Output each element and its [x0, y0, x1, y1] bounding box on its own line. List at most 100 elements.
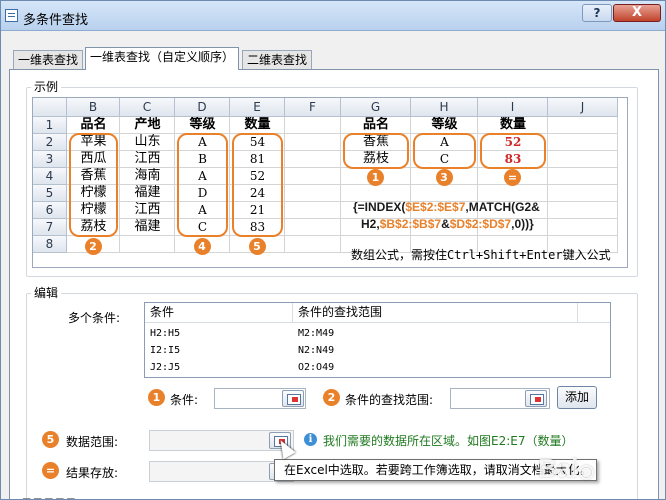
grid-cell — [285, 151, 341, 168]
row-header: 5 — [33, 185, 67, 202]
condition-pick-range-icon[interactable] — [282, 390, 304, 407]
table-cell: 江西 — [134, 151, 161, 166]
lookup-range-label: 条件的查找范围: — [345, 393, 434, 407]
tab-1d-lookup-custom[interactable]: 一维表查找（自定义顺序） — [85, 47, 240, 70]
column-header: J — [548, 98, 618, 117]
result-header-cell: 等级 — [431, 117, 458, 132]
step-5-badge: 5 — [248, 238, 266, 255]
column-header: G — [341, 98, 411, 117]
table-cell: 柠檬 — [80, 202, 107, 217]
grid-cell — [548, 168, 618, 185]
grid-cell — [285, 185, 341, 202]
row-header: 4 — [33, 168, 67, 185]
table-cell: D — [197, 186, 208, 200]
table-header-cell: 等级 — [189, 117, 216, 132]
window-title: 多条件查找 — [23, 13, 89, 28]
result-header-cell: 品名 — [362, 117, 389, 132]
condition-list[interactable]: 条件 条件的查找范围 H2:H5 M2:M49 I2:I5 N2:N49 J2:… — [144, 302, 611, 378]
column-header: I — [478, 98, 548, 117]
row-header: 8 — [33, 236, 67, 253]
lookup-range-badge: 2 — [323, 389, 340, 406]
watermark-logo: Bai◉ — [538, 453, 595, 483]
table-cell: 81 — [249, 152, 266, 166]
table-cell: 24 — [249, 186, 266, 200]
row-header: 2 — [33, 134, 67, 151]
array-formula: {=INDEX($E$2:$E$7,MATCH(G2& H2,$B$2:$B$7… — [353, 200, 540, 231]
table-cell: B — [198, 152, 207, 166]
step-1-badge: 1 — [367, 169, 384, 186]
table-cell: A — [198, 169, 207, 183]
list-header-condition[interactable]: 条件 — [145, 303, 293, 323]
result-header-cell: 数量 — [499, 117, 526, 132]
result-cell: 荔枝 — [362, 151, 389, 166]
example-group-label: 示例 — [31, 78, 62, 95]
result-cell: 52 — [504, 135, 522, 149]
list-item-range[interactable]: M2:M49 — [298, 328, 334, 339]
column-header: F — [285, 98, 341, 117]
tab-2d-lookup[interactable]: 二维表查找 — [242, 50, 313, 70]
result-badge: = — [42, 462, 59, 479]
column-header: E — [230, 98, 285, 117]
row-header: 7 — [33, 219, 67, 236]
data-range-label: 数据范围: — [66, 435, 119, 449]
grid-cell — [285, 134, 341, 151]
grid-cell — [548, 117, 618, 134]
column-header: C — [120, 98, 175, 117]
list-header-filler — [578, 303, 610, 323]
table-cell: 西瓜 — [80, 151, 107, 166]
step-4-badge: 4 — [193, 238, 211, 255]
dialog-window: 多条件查找 ? X 一维表查找 一维表查找（自定义顺序） 二维表查找 示例 BC… — [0, 0, 666, 500]
table-cell: 54 — [249, 135, 266, 149]
column-header: D — [175, 98, 230, 117]
condition-badge: 1 — [148, 389, 165, 406]
table-cell: 海南 — [134, 168, 161, 183]
table-cell: A — [198, 135, 207, 149]
array-formula-note: 数组公式，需按住Ctrl+Shift+Enter键入公式 — [351, 248, 611, 262]
help-button[interactable]: ? — [582, 4, 612, 22]
tab-1d-lookup[interactable]: 一维表查找 — [13, 50, 84, 70]
table-cell: 福建 — [134, 219, 161, 234]
grid-cell — [285, 236, 341, 253]
edit-group-label: 编辑 — [31, 284, 62, 301]
table-cell: A — [198, 203, 207, 217]
grid-cell — [548, 134, 618, 151]
table-cell: 21 — [249, 203, 266, 217]
table-cell: 苹果 — [80, 134, 107, 149]
row-header: 3 — [33, 151, 67, 168]
grid-cell — [285, 219, 341, 236]
step-2-badge: 2 — [84, 238, 102, 255]
table-cell: 江西 — [134, 202, 161, 217]
grid-cell — [120, 236, 175, 253]
title-bar: 多条件查找 ? X — [1, 1, 665, 31]
table-cell: 香蕉 — [80, 168, 107, 183]
result-cell: C — [439, 152, 450, 166]
list-header-range[interactable]: 条件的查找范围 — [293, 303, 578, 323]
result-equals-badge: = — [504, 169, 521, 186]
result-location-label: 结果存放: — [66, 466, 119, 480]
data-range-badge: 5 — [42, 431, 59, 448]
list-item-range[interactable]: N2:N49 — [298, 345, 334, 356]
lookup-range-pick-icon[interactable] — [525, 390, 547, 407]
app-icon — [5, 9, 18, 22]
close-button[interactable]: X — [613, 4, 661, 22]
partial-label-bottom: ─ ─ ─ ─ ─ — [23, 492, 75, 500]
list-item-range[interactable]: O2:O49 — [298, 362, 334, 373]
grid-cell — [285, 117, 341, 134]
grid-cell — [285, 202, 341, 219]
example-spreadsheet: B C D E F G H I J 1 2 3 4 5 6 7 8 品名 产地 等级 数量 苹果 山东 A 54 西瓜 江西 B 81 香… — [32, 97, 628, 268]
column-header: B — [67, 98, 120, 117]
list-item-condition[interactable]: J2:J5 — [150, 362, 180, 373]
sheet-corner — [33, 98, 67, 117]
table-cell: 52 — [249, 169, 266, 183]
add-button[interactable]: 添加 — [557, 386, 597, 409]
info-text: 我们需要的数据所在区域。如图E2:E7（数量） — [323, 434, 574, 448]
condition-label: 条件: — [170, 393, 199, 407]
list-item-condition[interactable]: I2:I5 — [150, 345, 180, 356]
row-header: 6 — [33, 202, 67, 219]
info-icon: i — [304, 433, 317, 446]
result-cell: A — [440, 135, 449, 149]
row-header: 1 — [33, 117, 67, 134]
table-header-cell: 品名 — [80, 117, 107, 132]
table-cell: 福建 — [134, 185, 161, 200]
list-item-condition[interactable]: H2:H5 — [150, 328, 180, 339]
